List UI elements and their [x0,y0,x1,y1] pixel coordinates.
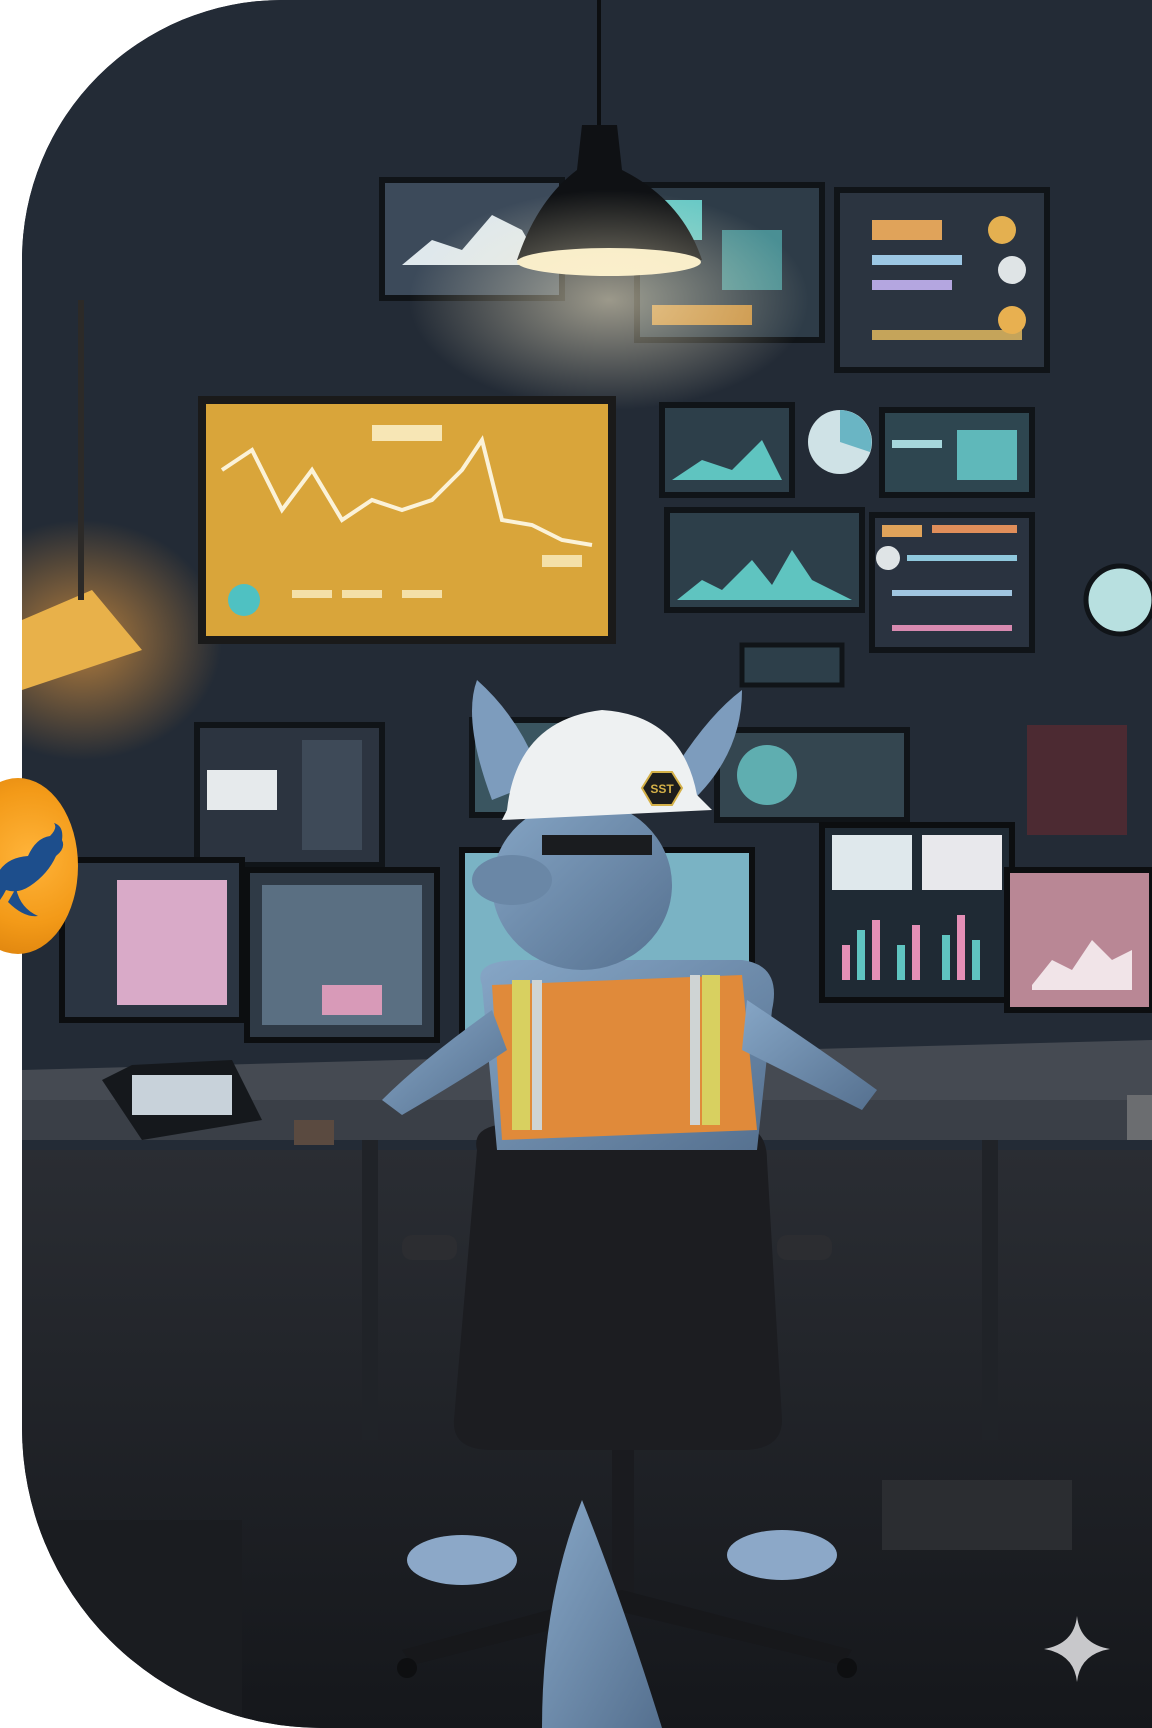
list-screen [869,512,1035,653]
helmet-logo-text: SST [650,782,674,796]
desk-monitor-left [244,867,440,1043]
pie-chart-screen [808,410,872,474]
coffee-mug [294,1120,334,1145]
top-monitor-3 [834,187,1050,373]
sparkle-icon [1044,1616,1110,1682]
kangaroo-badge [0,778,78,954]
bar-chart-monitor [819,822,1015,1003]
desk-monitor-far-left [59,857,245,1023]
teal-screen-1 [659,402,795,498]
lamp-cord [597,0,601,130]
wall-clock [1083,563,1152,637]
desk-monitor-right [1004,867,1152,1013]
yellow-chart-screen [198,396,616,644]
teal-screen-2 [879,407,1035,498]
control-room-illustration: SST [22,0,1152,1728]
teal-screen-3 [664,507,865,613]
kangaroo-icon [0,823,64,917]
